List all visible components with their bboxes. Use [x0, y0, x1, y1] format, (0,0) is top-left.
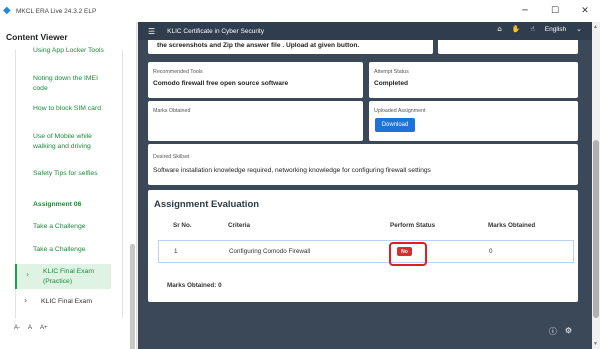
- instructions-card: the screenshots and Zip the answer file …: [148, 40, 433, 54]
- navbar-actions: ⌂ ✋ ☝ English ⌄: [497, 25, 582, 33]
- settings-icon[interactable]: ⚙: [565, 326, 572, 337]
- column-header: Criteria: [228, 222, 251, 229]
- sidebar-item-final-exam-practice[interactable]: › KLIC Final Exam (Practice): [15, 264, 111, 289]
- evaluation-table-header: Sr No. Criteria Perform Status Marks Obt…: [158, 222, 574, 236]
- column-header: Perform Status: [390, 222, 436, 229]
- sidebar-item-label: KLIC Final Exam: [41, 298, 92, 305]
- table-row: 1 Configuring Comodo Firewall No 0: [158, 240, 574, 266]
- status-highlight-annotation: [389, 242, 427, 266]
- close-button[interactable]: ✕: [570, 0, 600, 22]
- column-header: Sr No.: [173, 222, 192, 229]
- assignment-content: the screenshots and Zip the answer file …: [138, 40, 592, 349]
- instructions-side-card: [438, 40, 578, 54]
- evaluation-title: Assignment Evaluation: [154, 199, 260, 210]
- info-icon[interactable]: ⓘ: [549, 326, 557, 337]
- sidebar-item-assignment-06[interactable]: Assignment 06: [33, 200, 113, 210]
- attempt-status-card: Attempt Status Completed: [369, 62, 578, 98]
- window-controls: ─ ☐ ✕: [510, 0, 600, 22]
- sidebar-item-imei[interactable]: Noting down the IMEI code: [33, 74, 113, 93]
- uploaded-assignment-card: Uploaded Assignment Download: [369, 101, 578, 141]
- instructions-text: the screenshots and Zip the answer file …: [157, 42, 360, 49]
- main-scrollbar[interactable]: ▲ ▼: [592, 22, 600, 349]
- sidebar-item-final-exam[interactable]: › KLIC Final Exam: [15, 294, 125, 310]
- assignment-evaluation-card: Assignment Evaluation Sr No. Criteria Pe…: [148, 190, 578, 302]
- desired-skillset-label: Desired Skillset: [153, 154, 190, 160]
- menu-icon[interactable]: ☰: [148, 27, 155, 36]
- font-reset-button[interactable]: A: [28, 325, 32, 331]
- uploaded-assignment-label: Uploaded Assignment: [374, 108, 426, 114]
- row-marks: 0: [489, 248, 493, 255]
- content-viewer-panel: Content Viewer Using App Locker Tools No…: [0, 22, 137, 349]
- marks-obtained-card: Marks Obtained: [148, 101, 363, 141]
- sidebar-item-challenge-1[interactable]: Take a Challenge: [33, 222, 113, 232]
- footer-actions: ⓘ ⚙: [549, 326, 572, 337]
- scroll-down-icon[interactable]: ▼: [593, 341, 598, 347]
- window-titlebar: ◆ MKCL ERA Live 24.3.2 ELP ─ ☐ ✕: [0, 0, 600, 22]
- column-header: Marks Obtained: [488, 222, 536, 229]
- home-icon[interactable]: ⌂: [497, 25, 501, 33]
- chevron-down-icon[interactable]: ⌄: [576, 25, 582, 33]
- window-title: MKCL ERA Live 24.3.2 ELP: [16, 7, 97, 15]
- row-sr-no: 1: [174, 248, 178, 255]
- hand-icon[interactable]: ✋: [512, 25, 521, 33]
- row-criteria: Configuring Comodo Firewall: [229, 248, 311, 255]
- sidebar-scrollbar[interactable]: [130, 244, 135, 349]
- attempt-status-value: Completed: [374, 80, 409, 87]
- sidebar-item-label: KLIC Final Exam (Practice): [43, 268, 94, 285]
- sidebar-item-selfies[interactable]: Safety Tips for selfies: [33, 169, 113, 179]
- font-size-controls: A- A A+: [14, 325, 48, 331]
- scrollbar-thumb[interactable]: [593, 140, 599, 318]
- sidebar-item-block-sim[interactable]: How to block SIM card: [33, 104, 113, 114]
- recommended-tools-value: Comodo firewall free open source softwar…: [153, 80, 289, 87]
- course-title: KLIC Certificate in Cyber Security: [167, 27, 264, 35]
- recommended-tools-card: Recommended Tools Comodo firewall free o…: [148, 62, 363, 98]
- language-selector[interactable]: English: [545, 26, 566, 33]
- top-navbar: ☰ KLIC Certificate in Cyber Security ⌂ ✋…: [138, 22, 592, 40]
- desired-skillset-card: Desired Skillset Software installation k…: [148, 144, 578, 185]
- download-button[interactable]: Download: [375, 118, 415, 132]
- app-logo-icon: ◆: [3, 5, 11, 16]
- maximize-button[interactable]: ☐: [540, 0, 570, 22]
- desired-skillset-value: Software installation knowledge required…: [153, 167, 431, 174]
- sidebar-item-mobile-walking[interactable]: Use of Mobile while walking and driving: [33, 132, 113, 151]
- recommended-tools-label: Recommended Tools: [153, 69, 203, 75]
- scroll-up-icon[interactable]: ▲: [593, 24, 598, 30]
- main-area: ☰ KLIC Certificate in Cyber Security ⌂ ✋…: [138, 22, 600, 349]
- marks-obtained-total: Marks Obtained: 0: [167, 282, 222, 289]
- font-decrease-button[interactable]: A-: [14, 325, 20, 331]
- chevron-right-icon: ›: [24, 296, 28, 305]
- attempt-status-label: Attempt Status: [374, 69, 409, 75]
- app-window: ◆ MKCL ERA Live 24.3.2 ELP ─ ☐ ✕ Content…: [0, 0, 600, 349]
- chevron-right-icon: ›: [26, 270, 30, 279]
- touch-icon[interactable]: ☝: [531, 25, 535, 33]
- content-viewer-title: Content Viewer: [6, 32, 68, 42]
- minimize-button[interactable]: ─: [510, 0, 540, 22]
- sidebar-item-challenge-2[interactable]: Take a Challenge: [33, 245, 113, 255]
- font-increase-button[interactable]: A+: [40, 325, 48, 331]
- sidebar-item-app-locker[interactable]: Using App Locker Tools: [33, 46, 113, 56]
- marks-obtained-label: Marks Obtained: [153, 108, 191, 114]
